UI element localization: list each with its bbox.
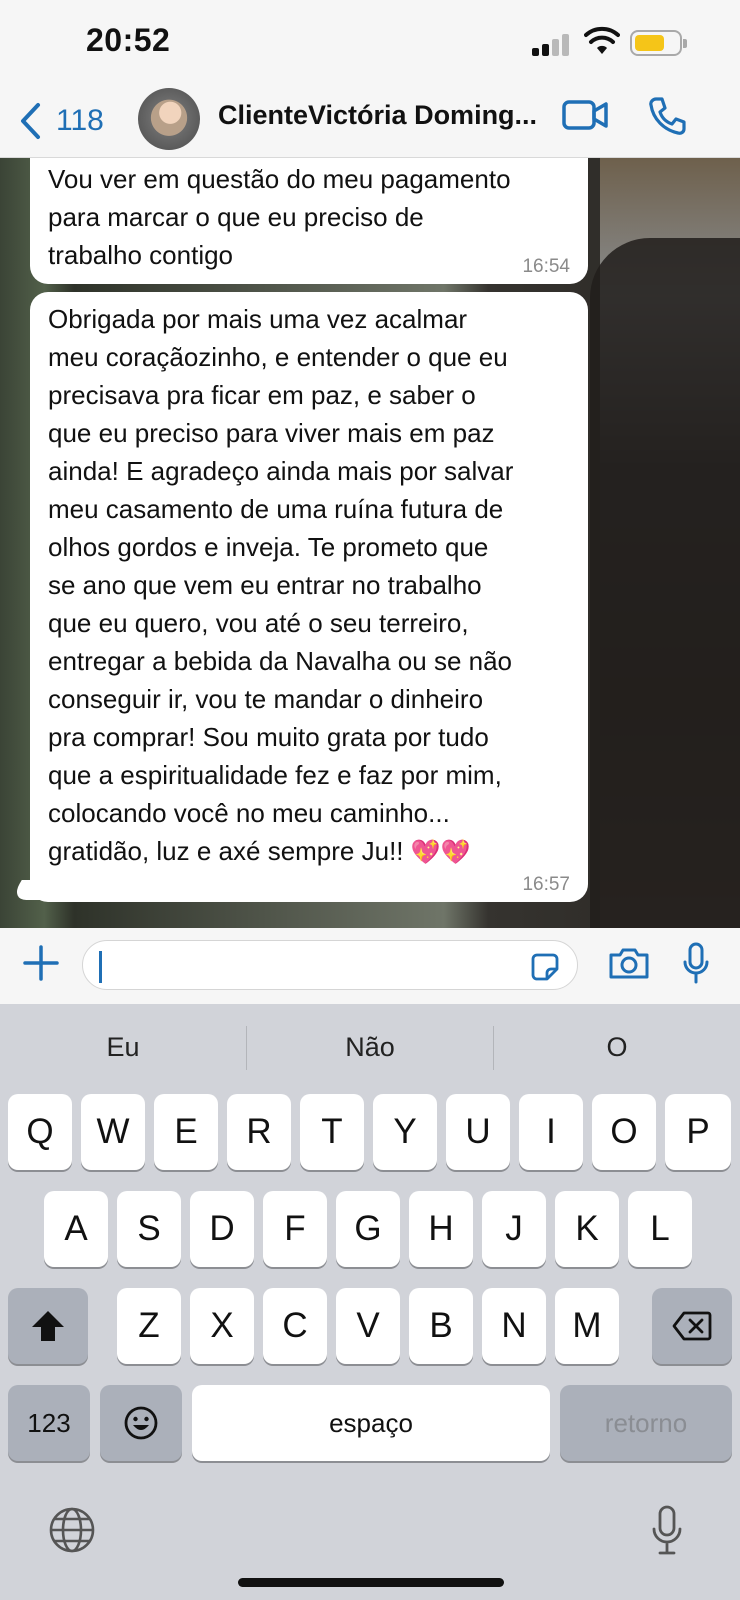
key-e[interactable]: E	[154, 1094, 218, 1170]
space-key[interactable]: espaço	[192, 1385, 550, 1461]
key-u[interactable]: U	[446, 1094, 510, 1170]
camera-icon[interactable]	[608, 946, 650, 980]
key-x[interactable]: X	[190, 1288, 254, 1364]
key-q[interactable]: Q	[8, 1094, 72, 1170]
contact-avatar[interactable]	[138, 88, 200, 150]
battery-icon	[630, 30, 687, 56]
key-t[interactable]: T	[300, 1094, 364, 1170]
sparkling-heart-emoji: 💖💖	[410, 839, 471, 866]
key-d[interactable]: D	[190, 1191, 254, 1267]
backspace-icon	[672, 1311, 712, 1341]
message-time: 16:57	[522, 874, 570, 895]
message-bubble[interactable]: Vou ver em questão do meu pagamento para…	[30, 158, 588, 284]
key-k[interactable]: K	[555, 1191, 619, 1267]
key-n[interactable]: N	[482, 1288, 546, 1364]
key-h[interactable]: H	[409, 1191, 473, 1267]
message-time: 16:54	[522, 256, 570, 277]
backspace-key[interactable]	[652, 1288, 732, 1364]
dictation-mic-icon[interactable]	[650, 1504, 684, 1556]
key-a[interactable]: A	[44, 1191, 108, 1267]
numbers-key[interactable]: 123	[8, 1385, 90, 1461]
suggestion-item[interactable]: Eu	[0, 1004, 246, 1090]
shift-icon	[32, 1311, 64, 1341]
emoji-icon	[124, 1406, 158, 1440]
key-o[interactable]: O	[592, 1094, 656, 1170]
key-y[interactable]: Y	[373, 1094, 437, 1170]
key-g[interactable]: G	[336, 1191, 400, 1267]
key-j[interactable]: J	[482, 1191, 546, 1267]
emoji-key[interactable]	[100, 1385, 182, 1461]
key-m[interactable]: M	[555, 1288, 619, 1364]
message-bubble[interactable]: Obrigada por mais uma vez acalmar meu co…	[30, 292, 588, 902]
key-r[interactable]: R	[227, 1094, 291, 1170]
cellular-signal-icon	[532, 34, 572, 56]
key-z[interactable]: Z	[117, 1288, 181, 1364]
sticker-icon[interactable]	[531, 953, 559, 981]
message-text: Vou ver em questão do meu pagamento para…	[48, 164, 511, 270]
plus-icon[interactable]	[22, 944, 60, 982]
text-caret	[99, 951, 102, 983]
key-i[interactable]: I	[519, 1094, 583, 1170]
message-input-bar	[0, 928, 740, 1004]
microphone-icon[interactable]	[682, 942, 710, 984]
home-indicator[interactable]	[238, 1578, 504, 1587]
key-b[interactable]: B	[409, 1288, 473, 1364]
key-v[interactable]: V	[336, 1288, 400, 1364]
suggestion-item[interactable]: Não	[247, 1004, 493, 1090]
key-c[interactable]: C	[263, 1288, 327, 1364]
unread-count: 118	[56, 104, 104, 137]
wallpaper-photo-detail	[590, 238, 740, 928]
key-l[interactable]: L	[628, 1191, 692, 1267]
key-s[interactable]: S	[117, 1191, 181, 1267]
wifi-icon	[584, 26, 620, 54]
contact-name[interactable]: ClienteVictória Doming...	[218, 100, 548, 131]
status-time: 20:52	[86, 22, 171, 58]
suggestion-bar: Eu Não O	[0, 1004, 740, 1090]
globe-icon[interactable]	[48, 1506, 96, 1554]
video-call-icon[interactable]	[562, 98, 608, 132]
chat-messages[interactable]: Vou ver em questão do meu pagamento para…	[0, 158, 740, 928]
shift-key[interactable]	[8, 1288, 88, 1364]
key-p[interactable]: P	[665, 1094, 731, 1170]
chat-header: 118 ClienteVictória Doming...	[0, 88, 740, 158]
return-key[interactable]: retorno	[560, 1385, 732, 1461]
key-f[interactable]: F	[263, 1191, 327, 1267]
key-w[interactable]: W	[81, 1094, 145, 1170]
phone-icon[interactable]	[648, 96, 686, 136]
message-input[interactable]	[82, 940, 578, 990]
message-text: Obrigada por mais uma vez acalmar meu co…	[48, 304, 514, 866]
suggestion-item[interactable]: O	[494, 1004, 740, 1090]
chevron-left-icon	[21, 103, 40, 139]
back-button[interactable]: 118	[18, 96, 104, 146]
status-bar: 20:52	[0, 0, 740, 88]
